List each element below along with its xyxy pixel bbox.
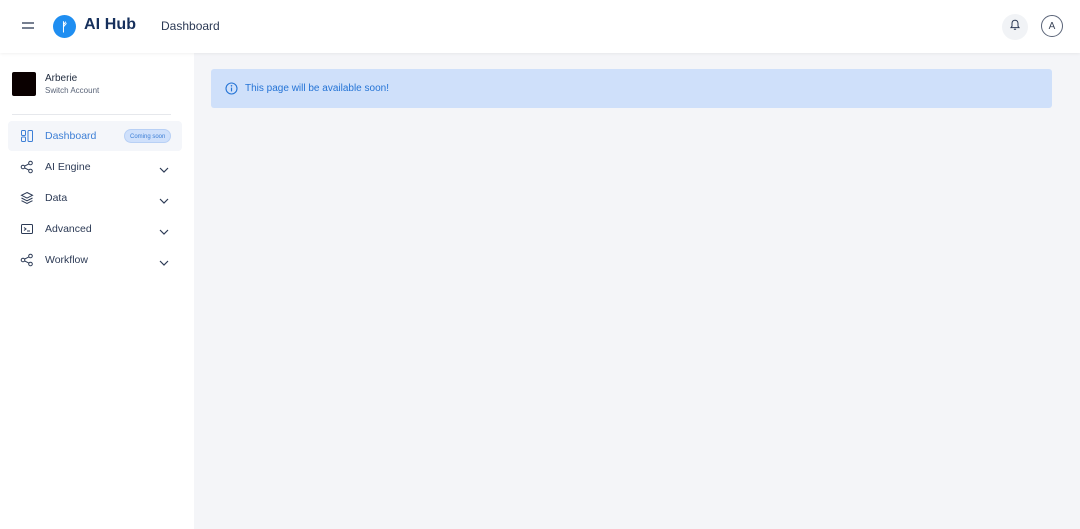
user-avatar-button[interactable]: A — [1041, 15, 1063, 37]
sidebar-item-dashboard[interactable]: Dashboard Coming soon — [8, 121, 182, 151]
info-icon — [225, 82, 238, 95]
sidebar-item-advanced[interactable]: Advanced — [8, 214, 182, 244]
chevron-down-icon[interactable] — [158, 255, 170, 266]
sidebar-item-label: AI Engine — [45, 161, 91, 173]
app-logo[interactable]: ᚠ — [53, 15, 76, 38]
terminal-icon — [20, 222, 34, 236]
notifications-button[interactable] — [1002, 14, 1028, 40]
bell-icon — [1009, 18, 1021, 36]
sidebar-divider — [12, 114, 171, 115]
switch-account-label: Switch Account — [45, 86, 100, 95]
account-name: Arberie — [45, 73, 78, 84]
logo-glyph: ᚠ — [60, 19, 69, 34]
info-alert: This page will be available soon! — [211, 69, 1052, 108]
layers-icon — [20, 191, 34, 205]
coming-soon-badge: Coming soon — [124, 129, 172, 143]
sidebar-item-label: Data — [45, 192, 68, 204]
sidebar-item-label: Dashboard — [45, 130, 97, 142]
share-nodes-icon — [20, 160, 34, 174]
page-title: Dashboard — [161, 19, 220, 33]
top-bar: ᚠ AI Hub Dashboard A — [0, 0, 1080, 53]
sidebar-item-data[interactable]: Data — [8, 183, 182, 213]
sidebar-item-label: Workflow — [45, 254, 88, 266]
chevron-down-icon[interactable] — [158, 224, 170, 235]
sidebar-item-workflow[interactable]: Workflow — [8, 245, 182, 275]
chevron-down-icon[interactable] — [158, 193, 170, 204]
sidebar: Arberie Switch Account Dashboard Coming … — [0, 53, 194, 529]
account-avatar — [12, 72, 36, 96]
sidebar-item-label: Advanced — [45, 223, 92, 235]
account-switcher[interactable]: Arberie Switch Account — [12, 72, 172, 100]
sidebar-item-ai-engine[interactable]: AI Engine — [8, 152, 182, 182]
grid-icon — [20, 129, 34, 143]
share-nodes-icon — [20, 253, 34, 267]
chevron-down-icon[interactable] — [158, 162, 170, 173]
alert-message: This page will be available soon! — [245, 83, 389, 94]
app-title[interactable]: AI Hub — [84, 16, 136, 34]
hamburger-icon[interactable] — [20, 18, 36, 34]
